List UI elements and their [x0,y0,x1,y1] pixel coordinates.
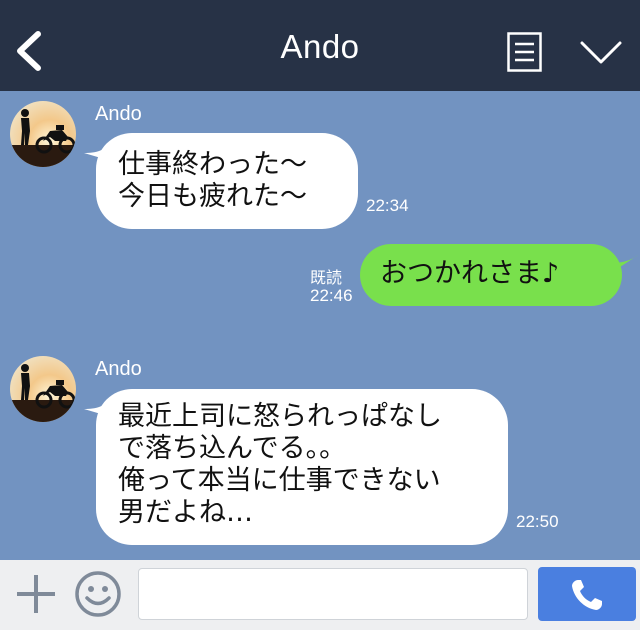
notes-icon [507,32,542,72]
read-receipt: 既読 [310,268,343,287]
message-time: 22:50 [516,512,559,531]
sender-avatar[interactable] [10,101,76,167]
sender-avatar[interactable] [10,356,76,422]
sender-name: Ando [95,103,142,125]
phone-icon [572,580,602,610]
smiley-icon [75,571,121,617]
message-time: 22:34 [366,196,409,215]
message-list[interactable]: Ando 仕事終わった〜 今日も疲れた〜 22:34 既読 22:46 おつかれ… [0,91,640,560]
menu-button[interactable] [580,40,622,66]
attach-button[interactable] [14,572,58,616]
motorcycle-rider-avatar [10,356,76,422]
message-input[interactable] [138,568,528,620]
message-bubble-outgoing[interactable]: おつかれさま♪ [360,244,622,306]
notes-button[interactable] [507,32,542,72]
emoji-button[interactable] [74,570,122,618]
message-time: 22:46 [310,286,353,305]
call-button[interactable] [538,567,636,621]
message-bubble-incoming[interactable]: 最近上司に怒られっぱなし で落ち込んでる。。 俺って本当に仕事できない 男だよね… [96,389,508,545]
message-bubble-incoming[interactable]: 仕事終わった〜 今日も疲れた〜 [96,133,358,229]
chat-header: Ando [0,0,640,91]
motorcycle-rider-avatar [10,101,76,167]
plus-icon [17,575,55,613]
chat-title: Ando [280,28,360,65]
chevron-down-icon [580,41,622,64]
sender-name: Ando [95,358,142,380]
input-bar [0,560,640,630]
